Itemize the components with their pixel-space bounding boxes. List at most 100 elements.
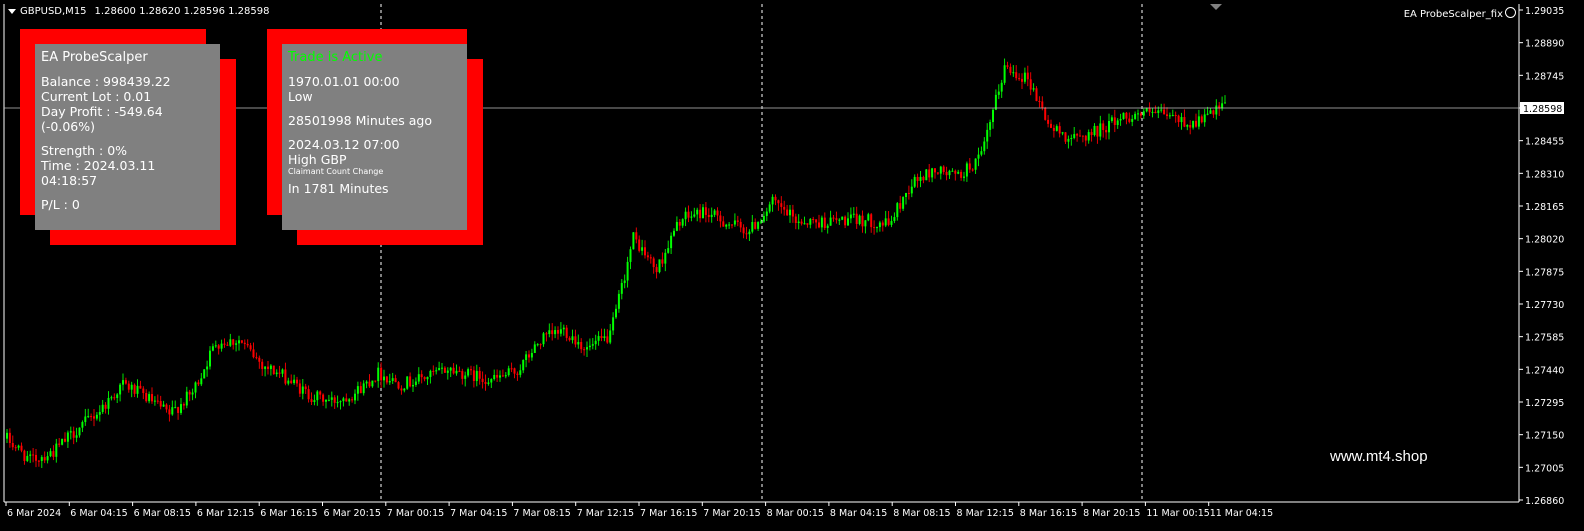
candle-bear xyxy=(1084,135,1087,141)
candle-bear xyxy=(1128,118,1131,122)
candle-bull xyxy=(1186,124,1189,127)
expert-advisor-label[interactable]: EA ProbeScalper_fix xyxy=(1404,7,1516,20)
ohlc-values: 1.28600 1.28620 1.28596 1.28598 xyxy=(94,6,270,17)
candle-bull xyxy=(690,216,693,218)
candle-bull xyxy=(417,374,420,382)
candle-bull xyxy=(1157,110,1160,114)
candle-bull xyxy=(939,166,942,174)
candle-bull xyxy=(896,203,899,218)
candle-bull xyxy=(658,259,661,273)
candle-bull xyxy=(852,213,855,215)
candle-bull xyxy=(211,346,214,351)
candle-bear xyxy=(968,163,971,170)
y-tick-label: 1.28890 xyxy=(1525,39,1564,50)
candle-bear xyxy=(1113,117,1116,126)
candle-bull xyxy=(629,249,632,262)
candle-bull xyxy=(1206,113,1209,115)
candle-bull xyxy=(725,224,728,227)
candle-bear xyxy=(133,384,136,394)
y-tick-label: 1.29035 xyxy=(1525,6,1564,17)
candle-bear xyxy=(736,220,739,222)
candle-bear xyxy=(104,404,107,409)
candle-bear xyxy=(177,407,180,413)
x-tick-label: 8 Mar 08:15 xyxy=(893,508,950,519)
ea-name: EA ProbeScalper_fix xyxy=(1403,9,1503,20)
candle-bear xyxy=(93,416,95,419)
candle-bear xyxy=(420,374,423,378)
candle-bear xyxy=(278,372,281,374)
candle-bear xyxy=(397,382,400,389)
candle-bear xyxy=(870,214,873,228)
y-tick-label: 1.28745 xyxy=(1525,71,1564,82)
candle-bull xyxy=(275,372,278,375)
candle-bull xyxy=(878,222,881,228)
candle-bull xyxy=(829,217,832,226)
candle-bear xyxy=(23,450,26,461)
candle-bull xyxy=(191,392,194,395)
candle-bull xyxy=(269,365,272,369)
candle-bear xyxy=(754,222,757,229)
candle-bear xyxy=(855,213,858,224)
candle-bear xyxy=(815,219,818,223)
candle-bear xyxy=(1166,114,1168,116)
smiley-icon xyxy=(1505,7,1516,18)
candle-bull xyxy=(919,176,922,181)
candle-bull xyxy=(876,227,878,229)
candle-bear xyxy=(1018,78,1021,80)
candle-bull xyxy=(412,384,414,387)
y-tick-label: 1.27005 xyxy=(1525,463,1564,474)
candle-bear xyxy=(1079,135,1081,137)
next-news-date: 2024.03.12 07:00 xyxy=(288,137,400,152)
candle-bull xyxy=(55,443,58,457)
candle-bull xyxy=(675,221,678,231)
candle-bull xyxy=(760,221,762,223)
candle-bear xyxy=(551,330,554,335)
x-tick-label: 7 Mar 16:15 xyxy=(640,508,697,519)
candle-bull xyxy=(948,170,951,176)
candle-bull xyxy=(406,376,409,389)
candle-bear xyxy=(1015,72,1018,79)
candle-bull xyxy=(632,232,635,250)
x-tick-label: 6 Mar 16:15 xyxy=(260,508,317,519)
candle-bull xyxy=(78,427,81,436)
candle-bear xyxy=(484,381,487,384)
candle-bear xyxy=(232,339,235,345)
candle-bull xyxy=(713,210,716,215)
y-tick-label: 1.28165 xyxy=(1525,202,1564,213)
candle-bull xyxy=(620,282,623,294)
candle-bull xyxy=(446,370,449,373)
candle-bull xyxy=(1224,102,1226,104)
candle-bull xyxy=(603,336,606,339)
candle-bull xyxy=(313,400,316,402)
candle-bull xyxy=(1203,114,1206,123)
candle-bull xyxy=(499,375,501,378)
candle-bear xyxy=(580,341,583,350)
candle-bull xyxy=(116,394,119,398)
candle-bear xyxy=(960,171,963,178)
candle-bear xyxy=(818,222,820,228)
candle-bear xyxy=(832,217,835,219)
candle-bear xyxy=(1102,123,1105,131)
candle-bear xyxy=(20,445,23,451)
candle-bear xyxy=(687,211,690,218)
candle-bear xyxy=(510,368,513,370)
candle-bear xyxy=(513,368,516,374)
next-news-event: Claimant Count Change xyxy=(288,167,384,176)
chevron-down-icon[interactable] xyxy=(8,9,16,14)
time-label: Time : 2024.03.11 04:18:57 xyxy=(41,158,156,188)
candle-bull xyxy=(797,221,800,223)
candle-bear xyxy=(145,392,148,402)
candle-bear xyxy=(583,349,586,351)
watermark: www.mt4.shop xyxy=(1330,448,1428,465)
candle-bear xyxy=(1096,125,1099,137)
candle-bear xyxy=(1050,123,1052,128)
chart-shift-marker[interactable] xyxy=(1210,4,1222,10)
candle-bear xyxy=(1041,101,1044,108)
candle-bull xyxy=(136,385,139,394)
candle-bear xyxy=(873,227,876,229)
candle-bear xyxy=(333,397,336,403)
candle-bear xyxy=(374,380,377,382)
candle-bull xyxy=(339,401,342,403)
candle-bull xyxy=(107,397,110,409)
candle-bear xyxy=(1090,132,1093,136)
